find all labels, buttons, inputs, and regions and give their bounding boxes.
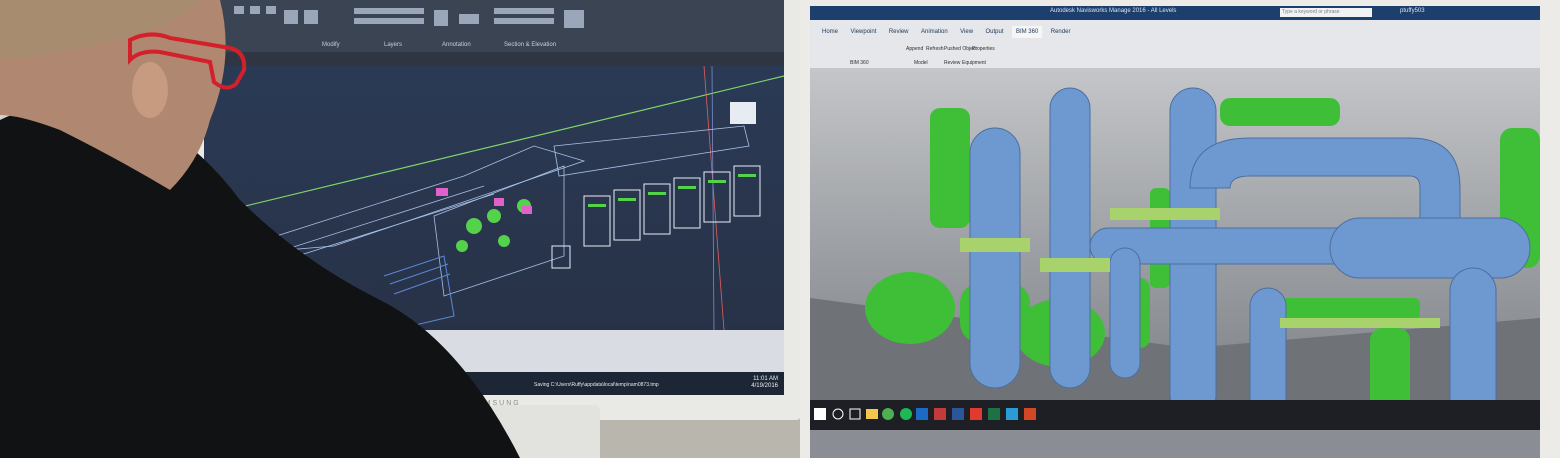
clock-date: 4/19/2016 <box>751 383 778 389</box>
ribbon-group-equipment: Equipment <box>962 60 986 66</box>
navisworks-ribbon: Home Viewpoint Review Animation View Out… <box>810 20 1540 69</box>
windows-taskbar <box>810 400 1540 430</box>
navisworks-icon <box>1006 408 1018 420</box>
viewcube-icon[interactable] <box>730 102 756 124</box>
tab-output[interactable]: Output <box>981 26 1007 38</box>
photo-scene: Modify Layers Annotation Section & Eleva… <box>0 0 1560 458</box>
start-icon <box>814 408 826 420</box>
search-icon <box>832 408 844 420</box>
tab-home[interactable]: Home <box>818 26 842 38</box>
navisworks-screen: Autodesk Navisworks Manage 2016 - All Le… <box>810 6 1540 458</box>
excel-icon <box>988 408 1000 420</box>
taskbar-icons <box>814 408 1036 420</box>
acrobat-icon <box>970 408 982 420</box>
word-icon <box>952 408 964 420</box>
properties-button[interactable]: Properties <box>972 46 995 52</box>
tab-animation[interactable]: Animation <box>917 26 952 38</box>
spotify-icon <box>900 408 912 420</box>
ribbon-group-review: Review <box>944 60 961 66</box>
person-silhouette <box>0 0 520 458</box>
ribbon-group-model: Model <box>914 60 928 66</box>
task-view-icon <box>849 408 861 420</box>
user-account[interactable]: ptuffy503 <box>1400 8 1425 14</box>
tab-viewpoint[interactable]: Viewpoint <box>846 26 880 38</box>
search-input[interactable]: Type a keyword or phrase <box>1280 8 1372 17</box>
tab-review[interactable]: Review <box>885 26 913 38</box>
outlook-icon <box>916 408 928 420</box>
pipe-model-render <box>810 87 1540 458</box>
black-shirt <box>0 106 520 458</box>
window-title: Autodesk Navisworks Manage 2016 - All Le… <box>1050 8 1177 14</box>
tab-bim360[interactable]: BIM 360 <box>1011 26 1043 38</box>
clock-time: 11:01 AM <box>753 376 778 382</box>
taskbar-clock: 11:01 AM 4/19/2016 <box>751 376 778 390</box>
ribbon-group-bim360: BIM 360 <box>850 60 869 66</box>
navisworks-title-bar: Autodesk Navisworks Manage 2016 - All Le… <box>810 6 1540 20</box>
powerpoint-icon <box>1024 408 1036 420</box>
chrome-icon <box>882 408 894 420</box>
refresh-button[interactable]: Refresh <box>926 46 944 52</box>
ear <box>132 62 168 118</box>
append-button[interactable]: Append <box>906 46 923 52</box>
right-monitor: Autodesk Navisworks Manage 2016 - All Le… <box>800 0 1560 458</box>
navisworks-3d-viewport[interactable] <box>810 68 1540 458</box>
tab-view[interactable]: View <box>956 26 977 38</box>
explorer-icon <box>866 409 878 419</box>
ribbon-tabs: Home Viewpoint Review Animation View Out… <box>818 20 1074 38</box>
tab-render[interactable]: Render <box>1047 26 1075 38</box>
autocad-icon <box>934 408 946 420</box>
